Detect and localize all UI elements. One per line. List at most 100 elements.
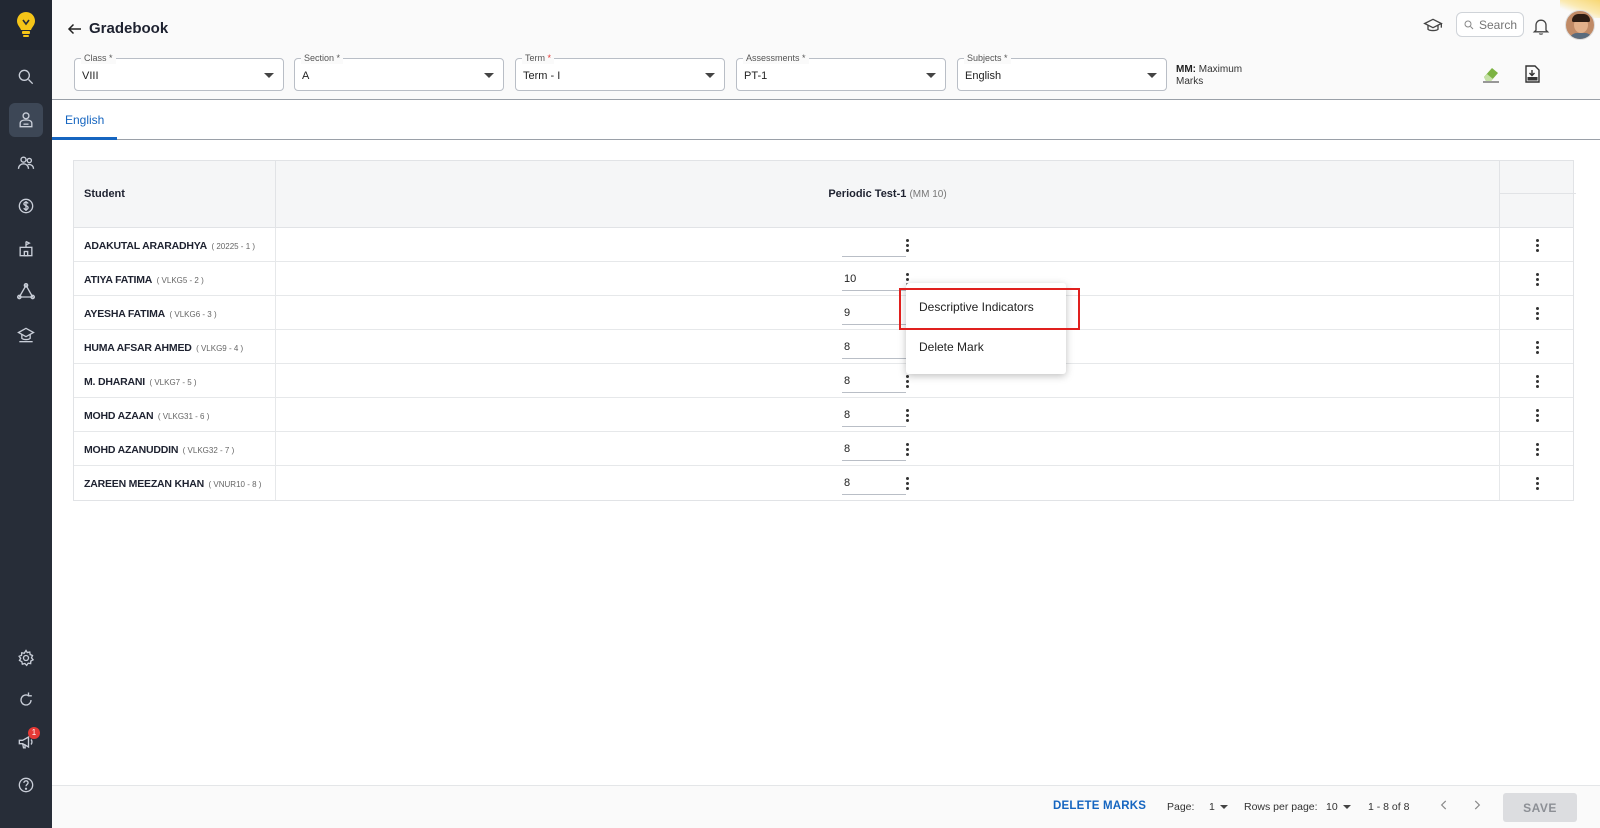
row-action-cell	[1499, 228, 1575, 262]
class-value: VIII	[82, 70, 99, 82]
eraser-icon	[1483, 68, 1499, 83]
sidebar-settings[interactable]	[9, 641, 43, 675]
student-name: ZAREEN MEEZAN KHAN	[84, 478, 205, 490]
sidebar-gradebook[interactable]	[9, 103, 43, 137]
mark-menu-button[interactable]	[900, 474, 914, 492]
save-button[interactable]: SAVE	[1503, 793, 1577, 822]
student-id: ( 20225 - 1 )	[211, 242, 256, 251]
student-id: ( VLKG9 - 4 )	[196, 344, 244, 353]
mark-input[interactable]	[842, 369, 906, 393]
sidebar-refresh[interactable]	[9, 683, 43, 717]
mark-input[interactable]	[842, 335, 906, 359]
search-icon	[18, 69, 34, 85]
subject-tabs: English	[52, 100, 1600, 140]
required-mark: *	[547, 53, 552, 63]
row-menu-button[interactable]	[1530, 304, 1544, 322]
people-icon	[17, 156, 35, 169]
row-menu-button[interactable]	[1530, 270, 1544, 288]
row-menu-button[interactable]	[1530, 406, 1544, 424]
dropdown-caret-icon	[484, 73, 494, 78]
table-header: Student Periodic Test-1 (MM 10)	[74, 161, 1576, 228]
page-label: Page:	[1167, 801, 1195, 813]
max-marks-legend: MM: Maximum Marks	[1176, 64, 1266, 88]
mark-input[interactable]	[842, 233, 906, 257]
required-mark: *	[802, 53, 806, 63]
test-name: Periodic Test-1	[828, 188, 907, 200]
mark-input[interactable]	[842, 471, 906, 495]
table-row: ATIYA FATIMA ( VLKG5 - 2 )	[74, 262, 1573, 296]
subjects-select[interactable]: Subjects * English	[957, 52, 1167, 91]
app-logo[interactable]	[0, 0, 52, 50]
row-menu-button[interactable]	[1530, 338, 1544, 356]
page-title: Gradebook	[89, 20, 169, 37]
mark-menu-button[interactable]	[900, 406, 914, 424]
school-icon	[19, 240, 33, 257]
student-cell: AYESHA FATIMA ( VLKG6 - 3 )	[74, 296, 276, 330]
mark-input[interactable]	[842, 437, 906, 461]
clear-marks-button[interactable]	[1480, 64, 1502, 84]
bell-icon	[1532, 19, 1550, 35]
student-id: ( VLKG31 - 6 )	[157, 412, 210, 421]
back-button[interactable]	[66, 20, 84, 38]
row-menu-button[interactable]	[1530, 474, 1544, 492]
gradebook-table: Student Periodic Test-1 (MM 10) ADAKUTAL…	[73, 160, 1576, 501]
student-name: AYESHA FATIMA	[84, 308, 166, 320]
student-name: MOHD AZANUDDIN	[84, 444, 179, 456]
mark-input[interactable]	[842, 403, 906, 427]
row-menu-button[interactable]	[1530, 236, 1544, 254]
menu-item-delete-mark[interactable]: Delete Mark	[906, 328, 1066, 366]
rows-per-page-label: Rows per page:	[1244, 801, 1318, 813]
mark-menu-button[interactable]	[900, 440, 914, 458]
section-value: A	[302, 70, 310, 82]
mark-input[interactable]	[842, 301, 906, 325]
row-menu-button[interactable]	[1530, 440, 1544, 458]
sidebar-help[interactable]	[9, 768, 43, 802]
row-action-cell	[1499, 296, 1575, 330]
student-cell: HUMA AFSAR AHMED ( VLKG9 - 4 )	[74, 330, 276, 364]
subjects-value: English	[965, 70, 1002, 82]
search-input[interactable]	[1479, 17, 1523, 32]
graduation-cap-button[interactable]	[1423, 16, 1445, 38]
page-header: Gradebook Class * VIII Section * A Term …	[52, 0, 1600, 100]
export-xls-button[interactable]	[1522, 64, 1544, 86]
table-footer: DELETE MARKS Page: 1 Rows per page: 10 1…	[52, 785, 1600, 828]
user-avatar[interactable]	[1565, 10, 1595, 40]
mark-input[interactable]	[842, 267, 906, 291]
table-row: AYESHA FATIMA ( VLKG6 - 3 )	[74, 296, 1573, 330]
sidebar-school[interactable]	[9, 232, 43, 266]
table-row: ADAKUTAL ARARADHYA ( 20225 - 1 )	[74, 228, 1573, 262]
rows-per-page-value: 10	[1326, 801, 1338, 813]
mark-menu-button[interactable]	[900, 372, 914, 390]
student-id: ( VLKG5 - 2 )	[156, 276, 204, 285]
class-label: Class	[84, 53, 107, 63]
row-menu-button[interactable]	[1530, 372, 1544, 390]
student-id: ( VNUR10 - 8 )	[208, 480, 262, 489]
delete-marks-button[interactable]: DELETE MARKS	[1053, 800, 1146, 812]
section-select[interactable]: Section * A	[294, 52, 504, 91]
sidebar-announcements[interactable]: 1	[9, 725, 43, 759]
graduation-cap-icon	[1423, 18, 1443, 32]
student-name: HUMA AFSAR AHMED	[84, 342, 192, 354]
notifications-button[interactable]	[1531, 16, 1553, 38]
gradebook-icon	[19, 112, 33, 128]
row-action-cell	[1499, 330, 1575, 364]
sidebar-fees[interactable]	[9, 189, 43, 223]
table-row: M. DHARANI ( VLKG7 - 5 )	[74, 364, 1573, 398]
tab-english[interactable]: English	[52, 100, 118, 140]
previous-page-button[interactable]	[1437, 798, 1455, 816]
sidebar-network[interactable]	[9, 275, 43, 309]
assessments-select[interactable]: Assessments * PT-1	[736, 52, 946, 91]
next-page-button[interactable]	[1470, 798, 1488, 816]
class-select[interactable]: Class * VIII	[74, 52, 284, 91]
sidebar-academics[interactable]	[9, 318, 43, 352]
page-select[interactable]: 1	[1209, 801, 1228, 813]
term-select[interactable]: Term * Term - I	[515, 52, 725, 91]
assessments-value: PT-1	[744, 70, 768, 82]
dropdown-caret-icon	[1219, 805, 1228, 810]
mark-menu-button[interactable]	[900, 236, 914, 254]
rows-per-page-select[interactable]: 10	[1326, 801, 1351, 813]
header-search[interactable]	[1456, 12, 1524, 37]
chevron-right-icon	[1474, 800, 1481, 810]
sidebar-people[interactable]	[9, 146, 43, 180]
sidebar-search[interactable]	[9, 60, 43, 94]
